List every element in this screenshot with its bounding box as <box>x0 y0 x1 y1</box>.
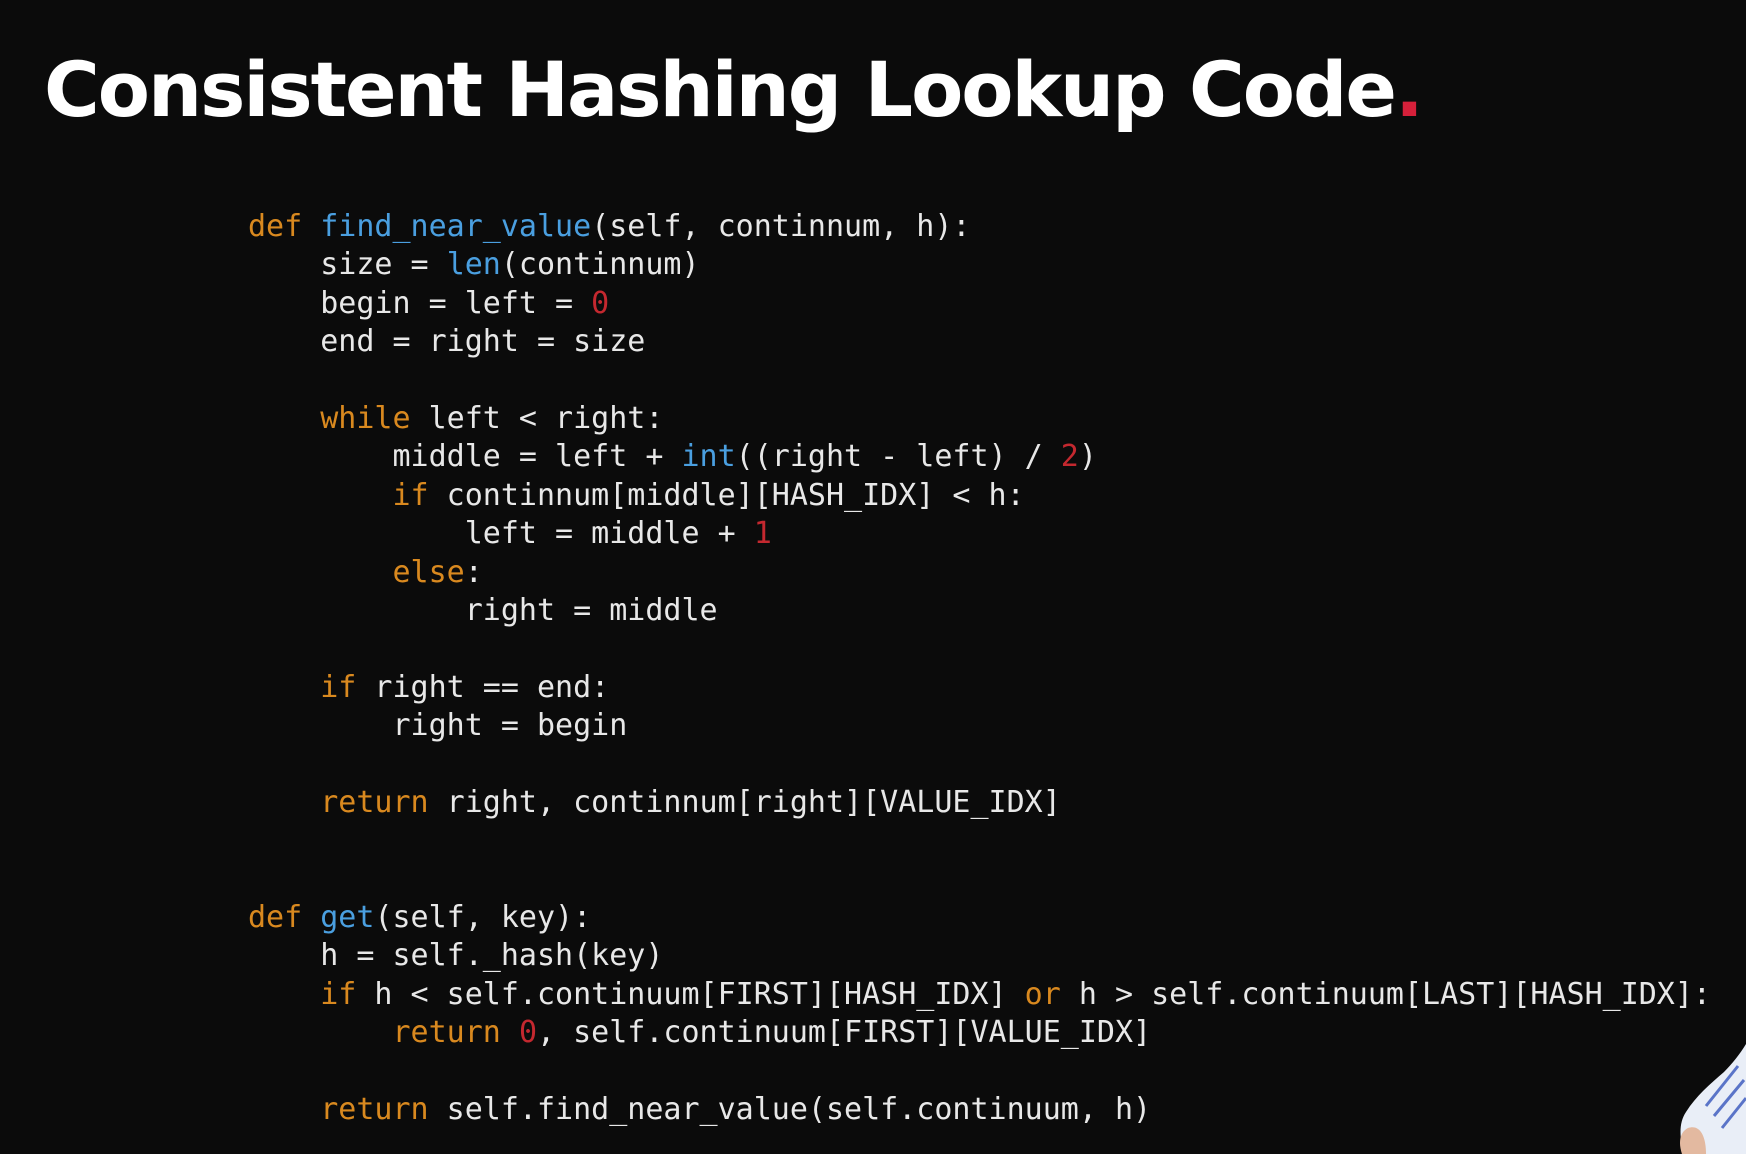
code-token: def <box>248 209 321 244</box>
presenter-hand-image <box>1680 1044 1746 1154</box>
code-line: def find_near_value(self, continnum, h): <box>248 208 1711 246</box>
code-token: len <box>446 247 501 283</box>
code-token: right = middle <box>248 592 718 628</box>
code-token: h = self._hash(key) <box>248 938 664 974</box>
code-token: right = begin <box>248 708 628 744</box>
code-token: right == end: <box>356 669 610 705</box>
code-line: end = right = size <box>248 323 1711 361</box>
code-token: 0 <box>518 1015 537 1051</box>
code-token: h > self.continuum[LAST][HASH_IDX]: <box>1060 976 1711 1012</box>
code-line: if continnum[middle][HASH_IDX] < h: <box>248 477 1711 515</box>
code-line: return right, continnum[right][VALUE_IDX… <box>248 784 1711 822</box>
code-line: if h < self.continuum[FIRST][HASH_IDX] o… <box>248 976 1711 1014</box>
code-token: begin = left = <box>248 285 592 321</box>
code-token: (self, continnum, h): <box>591 209 971 244</box>
code-token: return <box>320 784 429 820</box>
code-token: end = right = size <box>248 324 646 360</box>
code-token: def <box>248 900 321 936</box>
code-line: right = middle <box>248 592 1711 630</box>
code-line: h = self._hash(key) <box>248 937 1711 975</box>
code-block: def find_near_value(self, continnum, h):… <box>248 208 1711 1129</box>
code-token: 2 <box>1060 439 1079 475</box>
slide-title-text: Consistent Hashing Lookup Code <box>44 45 1397 134</box>
code-token: continnum[middle][HASH_IDX] < h: <box>428 477 1025 513</box>
code-line: left = middle + 1 <box>248 515 1711 553</box>
code-token: : <box>464 554 483 590</box>
code-token: while <box>320 400 411 436</box>
code-token: if <box>320 976 357 1012</box>
code-token: else <box>392 554 465 590</box>
code-token: or <box>1024 976 1061 1012</box>
code-token: self.find_near_value(self.continuum, h) <box>428 1091 1152 1127</box>
code-token: if <box>392 477 429 513</box>
code-token: return <box>392 1015 501 1051</box>
code-token: h < self.continuum[FIRST][HASH_IDX] <box>356 976 1025 1012</box>
code-token: (self, key): <box>374 900 592 936</box>
title-accent-dot: . <box>1394 45 1424 134</box>
code-line: else: <box>248 554 1711 592</box>
code-token: middle = left + <box>248 439 682 475</box>
code-token: int <box>681 439 736 475</box>
code-token: (continnum) <box>500 247 700 283</box>
code-token: if <box>320 669 357 705</box>
code-token: 0 <box>591 285 610 321</box>
code-line: size = len(continnum) <box>248 246 1711 284</box>
code-line: middle = left + int((right - left) / 2) <box>248 438 1711 476</box>
code-line: def get(self, key): <box>248 899 1711 937</box>
code-token: get <box>320 900 375 936</box>
code-token: right, continnum[right][VALUE_IDX] <box>428 784 1061 820</box>
code-line: right = begin <box>248 707 1711 745</box>
code-token: , self.continuum[FIRST][VALUE_IDX] <box>537 1015 1152 1051</box>
code-token: return <box>320 1091 429 1127</box>
code-line: return 0, self.continuum[FIRST][VALUE_ID… <box>248 1014 1711 1052</box>
slide: Consistent Hashing Lookup Code. def find… <box>0 0 1746 1154</box>
code-line: return self.find_near_value(self.continu… <box>248 1091 1711 1129</box>
code-line: begin = left = 0 <box>248 285 1711 323</box>
code-token: find_near_value <box>320 209 592 244</box>
code-token: left = middle + <box>248 516 754 552</box>
code-token: size = <box>248 247 447 283</box>
code-line: if right == end: <box>248 669 1711 707</box>
slide-title: Consistent Hashing Lookup Code. <box>44 45 1424 134</box>
code-line: while left < right: <box>248 400 1711 438</box>
code-token: left < right: <box>410 400 664 436</box>
code-token: ((right - left) / <box>735 439 1061 475</box>
code-token: 1 <box>753 516 772 552</box>
code-token: ) <box>1078 439 1097 475</box>
